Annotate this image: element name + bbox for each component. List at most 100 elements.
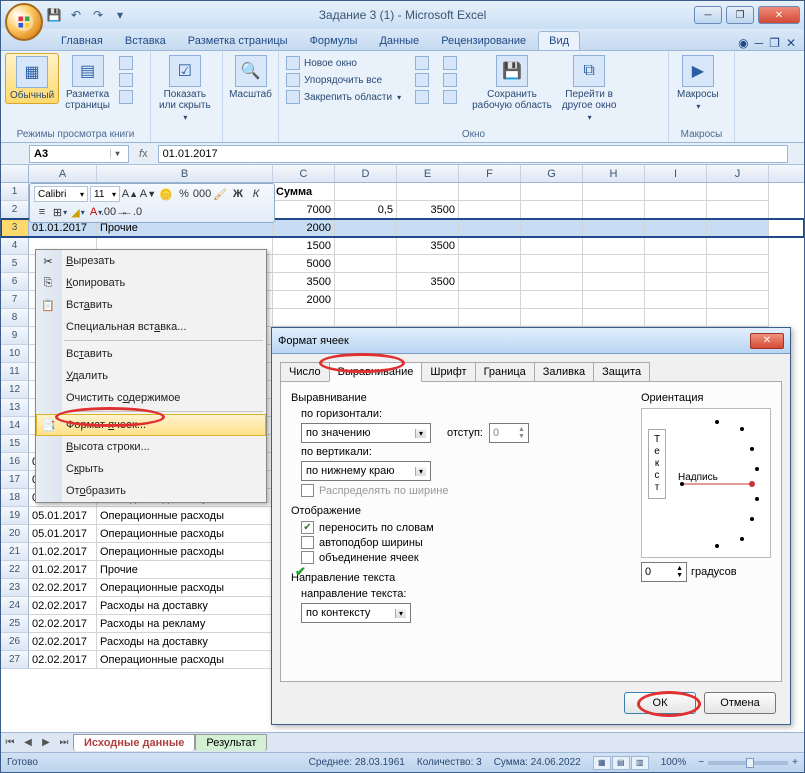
cell[interactable] bbox=[397, 291, 459, 309]
cell[interactable]: 3500 bbox=[397, 201, 459, 219]
tab-view[interactable]: Вид bbox=[538, 31, 580, 50]
ok-button[interactable]: ОК bbox=[624, 692, 696, 714]
percent-icon[interactable]: % bbox=[176, 186, 192, 202]
cell[interactable]: Прочие bbox=[97, 561, 273, 579]
row-header[interactable]: 15 bbox=[1, 435, 29, 453]
cell[interactable] bbox=[459, 273, 521, 291]
degrees-spinner[interactable]: 0▲▼ bbox=[641, 562, 687, 582]
undo-icon[interactable]: ↶ bbox=[67, 6, 85, 24]
office-button[interactable] bbox=[5, 3, 43, 41]
name-box[interactable]: A3 ▾ bbox=[29, 145, 129, 163]
cell[interactable]: 01.02.2017 bbox=[29, 561, 97, 579]
ctx-unhide[interactable]: Отобразить bbox=[36, 480, 266, 502]
row-header[interactable]: 20 bbox=[1, 525, 29, 543]
mini-font[interactable]: Calibri▾ bbox=[34, 186, 88, 202]
direction-select[interactable]: по контексту▾ bbox=[301, 603, 411, 623]
row-header[interactable]: 25 bbox=[1, 615, 29, 633]
row-header[interactable]: 13 bbox=[1, 399, 29, 417]
tab-page-layout[interactable]: Разметка страницы bbox=[178, 32, 298, 50]
dlg-tab-border[interactable]: Граница bbox=[475, 362, 535, 381]
col-header-c[interactable]: C bbox=[273, 165, 335, 182]
cell[interactable]: Операционные расходы bbox=[97, 507, 273, 525]
row-header[interactable]: 2 bbox=[1, 201, 29, 219]
vertical-select[interactable]: по нижнему краю▾ bbox=[301, 461, 431, 481]
col-header-a[interactable]: A bbox=[29, 165, 97, 182]
horizontal-select[interactable]: по значению▾ bbox=[301, 423, 431, 443]
cell[interactable] bbox=[707, 309, 769, 327]
unhide-button[interactable] bbox=[412, 89, 432, 105]
cell[interactable]: 05.01.2017 bbox=[29, 525, 97, 543]
fullscreen-button[interactable] bbox=[116, 89, 136, 105]
qat-dropdown-icon[interactable]: ▾ bbox=[111, 6, 129, 24]
cell[interactable]: 1500 bbox=[273, 237, 335, 255]
cell[interactable] bbox=[583, 237, 645, 255]
col-header-f[interactable]: F bbox=[459, 165, 521, 182]
switch-windows-button[interactable]: ⧉ Перейти в другое окно ▾ bbox=[558, 53, 621, 124]
cell[interactable] bbox=[521, 309, 583, 327]
orientation-dial[interactable] bbox=[672, 414, 764, 554]
cell[interactable]: Расходы на доставку bbox=[97, 633, 273, 651]
row-header[interactable]: 6 bbox=[1, 273, 29, 291]
cell[interactable] bbox=[583, 255, 645, 273]
dlg-tab-fill[interactable]: Заливка bbox=[534, 362, 594, 381]
cell[interactable]: 02.02.2017 bbox=[29, 579, 97, 597]
doc-close-icon[interactable]: ✕ bbox=[786, 36, 796, 50]
view-break-icon[interactable]: ▥ bbox=[631, 756, 649, 770]
row-header[interactable]: 19 bbox=[1, 507, 29, 525]
increase-decimal-icon[interactable]: .00→ bbox=[106, 204, 122, 220]
row-header[interactable]: 3 bbox=[1, 219, 29, 237]
row-header[interactable]: 27 bbox=[1, 651, 29, 669]
cell[interactable]: Операционные расходы bbox=[97, 525, 273, 543]
col-header-e[interactable]: E bbox=[397, 165, 459, 182]
row-header[interactable]: 9 bbox=[1, 327, 29, 345]
cell[interactable]: 3500 bbox=[397, 237, 459, 255]
cell[interactable]: 3500 bbox=[397, 273, 459, 291]
doc-restore-icon[interactable]: ❐ bbox=[769, 36, 780, 50]
cancel-button[interactable]: Отмена bbox=[704, 692, 776, 714]
col-header-d[interactable]: D bbox=[335, 165, 397, 182]
cell[interactable] bbox=[521, 291, 583, 309]
save-icon[interactable]: 💾 bbox=[45, 6, 63, 24]
cell[interactable] bbox=[583, 291, 645, 309]
comma-icon[interactable]: 000 bbox=[194, 186, 210, 202]
tab-review[interactable]: Рецензирование bbox=[431, 32, 536, 50]
accounting-icon[interactable]: 🪙 bbox=[158, 186, 174, 202]
cell[interactable]: 05.01.2017 bbox=[29, 507, 97, 525]
cell[interactable] bbox=[521, 201, 583, 219]
cell[interactable] bbox=[521, 237, 583, 255]
zoom-in-icon[interactable]: + bbox=[792, 757, 798, 768]
ctx-paste[interactable]: 📋Вставить bbox=[36, 294, 266, 316]
namebox-dropdown-icon[interactable]: ▾ bbox=[110, 149, 124, 158]
cell[interactable]: 0,5 bbox=[335, 201, 397, 219]
cell[interactable]: 01.02.2017 bbox=[29, 543, 97, 561]
save-workspace-button[interactable]: 💾 Сохранить рабочую область bbox=[468, 53, 556, 113]
cell[interactable] bbox=[583, 273, 645, 291]
fx-icon[interactable]: fx bbox=[139, 148, 148, 160]
zoom-level[interactable]: 100% bbox=[661, 757, 687, 768]
view-normal-icon[interactable]: ▦ bbox=[593, 756, 611, 770]
cell[interactable] bbox=[521, 219, 583, 237]
tab-home[interactable]: Главная bbox=[51, 32, 113, 50]
row-header[interactable]: 23 bbox=[1, 579, 29, 597]
ctx-clear[interactable]: Очистить содержимое bbox=[36, 387, 266, 409]
cell[interactable] bbox=[645, 255, 707, 273]
custom-views-button[interactable] bbox=[116, 72, 136, 88]
cell[interactable] bbox=[645, 273, 707, 291]
ctx-hide[interactable]: Скрыть bbox=[36, 458, 266, 480]
cell[interactable] bbox=[583, 201, 645, 219]
cell[interactable]: 02.02.2017 bbox=[29, 651, 97, 669]
zoom-slider[interactable] bbox=[708, 761, 788, 765]
ctx-format-cells[interactable]: 📑Формат ячеек... bbox=[36, 414, 266, 436]
cell[interactable] bbox=[335, 309, 397, 327]
cell[interactable] bbox=[707, 291, 769, 309]
cell[interactable]: Расходы на рекламу bbox=[97, 615, 273, 633]
cell[interactable] bbox=[335, 219, 397, 237]
macros-button[interactable]: ▶ Макросы ▾ bbox=[673, 53, 723, 113]
row-header[interactable]: 21 bbox=[1, 543, 29, 561]
minimize-button[interactable]: ─ bbox=[694, 6, 722, 24]
maximize-button[interactable]: ❐ bbox=[726, 6, 754, 24]
row-header[interactable]: 4 bbox=[1, 237, 29, 255]
cell[interactable]: 2000 bbox=[273, 291, 335, 309]
shrink-font-icon[interactable]: A▼ bbox=[140, 186, 156, 202]
decrease-decimal-icon[interactable]: ←.0 bbox=[124, 204, 140, 220]
